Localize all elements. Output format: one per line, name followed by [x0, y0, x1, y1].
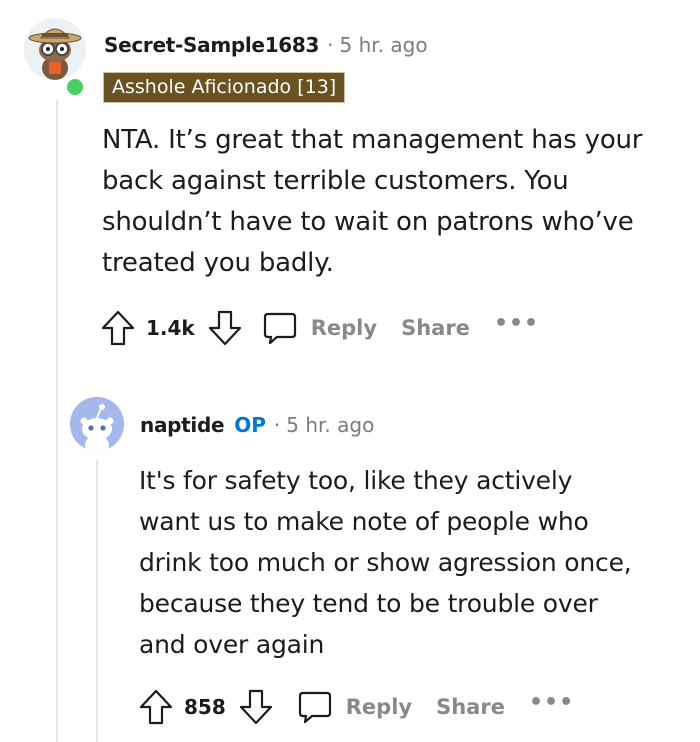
- more-options-button[interactable]: •••: [494, 311, 539, 336]
- reply-username[interactable]: naptide: [140, 413, 225, 437]
- reply-body: It's for safety too, like they actively …: [139, 466, 632, 659]
- comment-body: NTA. It’s great that management has your…: [102, 125, 643, 278]
- thread-line-main[interactable]: [56, 100, 58, 742]
- reply-timestamp[interactable]: 5 hr. ago: [286, 413, 374, 437]
- user-flair: Asshole Aficionado [13]: [103, 72, 346, 103]
- vote-score: 1.4k: [146, 316, 195, 340]
- thread-line-reply[interactable]: [96, 460, 98, 742]
- comment-username[interactable]: Secret-Sample1683: [104, 33, 319, 57]
- upvote-icon[interactable]: [100, 309, 136, 347]
- default-snoo-icon: [70, 397, 124, 451]
- reply-vote-score: 858: [184, 695, 226, 719]
- reply-button[interactable]: Reply: [311, 316, 377, 340]
- op-badge: OP: [234, 413, 266, 437]
- reply-action-bar: 858 Reply Share •••: [138, 687, 574, 727]
- reply-more-options-button[interactable]: •••: [529, 690, 574, 715]
- reply-user-avatar[interactable]: [70, 397, 124, 451]
- reply-upvote-icon[interactable]: [138, 688, 174, 726]
- snoo-explorer-icon: [24, 18, 86, 80]
- reply-bubble-icon[interactable]: [261, 309, 299, 347]
- online-status-indicator: [64, 76, 86, 98]
- share-button[interactable]: Share: [401, 316, 470, 340]
- downvote-icon[interactable]: [207, 309, 243, 347]
- comment-timestamp[interactable]: 5 hr. ago: [340, 33, 428, 57]
- comment-action-bar: 1.4k Reply Share •••: [100, 308, 539, 348]
- user-avatar[interactable]: [24, 18, 86, 80]
- reply-reply-button[interactable]: Reply: [346, 695, 412, 719]
- meta-separator: ·: [327, 33, 334, 57]
- reply-reply-bubble-icon[interactable]: [296, 688, 334, 726]
- reply-meta-separator: ·: [273, 413, 281, 437]
- reply-downvote-icon[interactable]: [238, 688, 274, 726]
- reply-share-button[interactable]: Share: [436, 695, 505, 719]
